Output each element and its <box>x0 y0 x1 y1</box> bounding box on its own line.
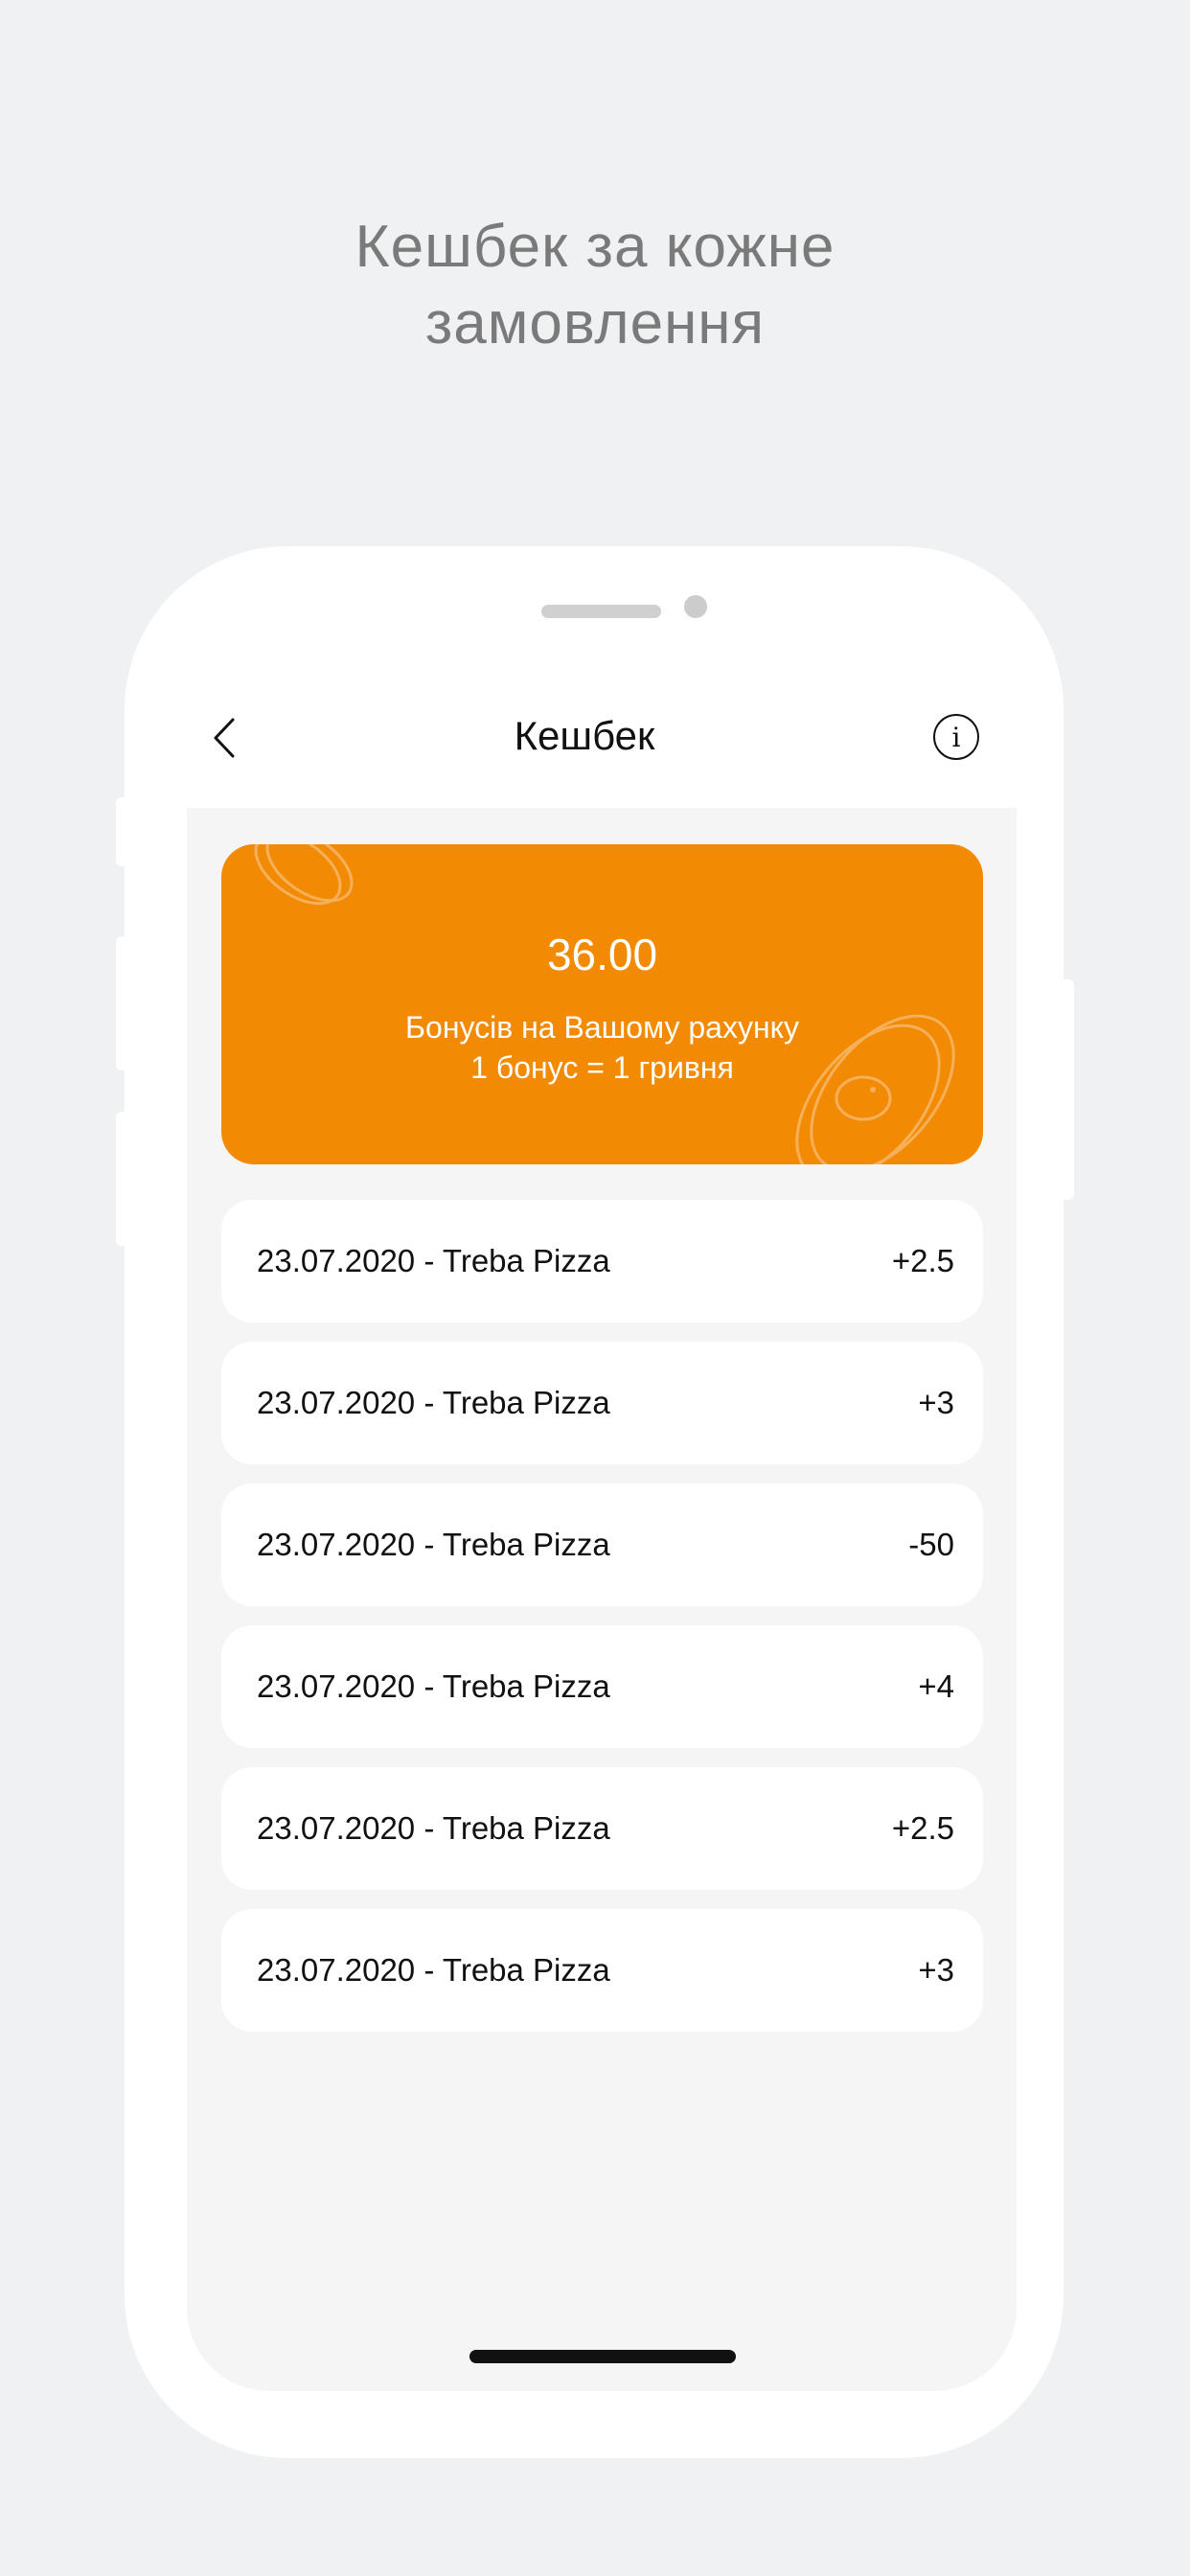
transaction-row[interactable]: 23.07.2020 - Treba Pizza +3 <box>221 1909 983 2032</box>
transaction-amount: +2.5 <box>891 1243 954 1278</box>
promo-title: Кешбек за кожне замовлення <box>0 209 1190 362</box>
info-icon: i <box>951 721 961 753</box>
bonus-caption-line1: Бонусів на Вашому рахунку <box>405 1010 799 1045</box>
page-title: Кешбек <box>514 713 655 758</box>
transaction-amount: +4 <box>918 1668 954 1704</box>
info-button[interactable]: i <box>933 714 979 760</box>
transaction-row[interactable]: 23.07.2020 - Treba Pizza +3 <box>221 1342 983 1464</box>
transaction-label: 23.07.2020 - Treba Pizza <box>257 1810 610 1846</box>
home-indicator[interactable] <box>469 2350 736 2363</box>
coin-decoration-icon <box>254 844 354 906</box>
chevron-left-icon <box>214 718 235 758</box>
bonus-caption-line2: 1 бонус = 1 гривня <box>470 1050 734 1085</box>
transaction-row[interactable]: 23.07.2020 - Treba Pizza +2.5 <box>221 1200 983 1322</box>
bonus-amount: 36.00 <box>546 930 658 979</box>
transaction-amount: +3 <box>918 1952 954 1988</box>
back-button[interactable] <box>205 714 243 762</box>
transaction-label: 23.07.2020 - Treba Pizza <box>257 1668 610 1704</box>
bonus-card: 36.00 Бонусів на Вашому рахунку 1 бонус … <box>221 844 983 1164</box>
transaction-row[interactable]: 23.07.2020 - Treba Pizza -50 <box>221 1484 983 1606</box>
bonus-caption: Бонусів на Вашому рахунку 1 бонус = 1 гр… <box>221 1007 983 1088</box>
transaction-row[interactable]: 23.07.2020 - Treba Pizza +4 <box>221 1625 983 1748</box>
transaction-list: 23.07.2020 - Treba Pizza +2.5 23.07.2020… <box>221 1200 983 2051</box>
phone-camera <box>684 595 707 618</box>
transaction-amount: +3 <box>918 1385 954 1420</box>
transaction-label: 23.07.2020 - Treba Pizza <box>257 1952 610 1988</box>
transaction-row[interactable]: 23.07.2020 - Treba Pizza +2.5 <box>221 1767 983 1890</box>
transaction-label: 23.07.2020 - Treba Pizza <box>257 1385 610 1420</box>
promo-title-line1: Кешбек за кожне <box>355 214 835 280</box>
transaction-amount: +2.5 <box>891 1810 954 1846</box>
transaction-label: 23.07.2020 - Treba Pizza <box>257 1243 610 1278</box>
transaction-amount: -50 <box>908 1527 954 1562</box>
phone-speaker <box>541 605 661 618</box>
transaction-label: 23.07.2020 - Treba Pizza <box>257 1527 610 1562</box>
promo-title-line2: замовлення <box>424 290 766 356</box>
